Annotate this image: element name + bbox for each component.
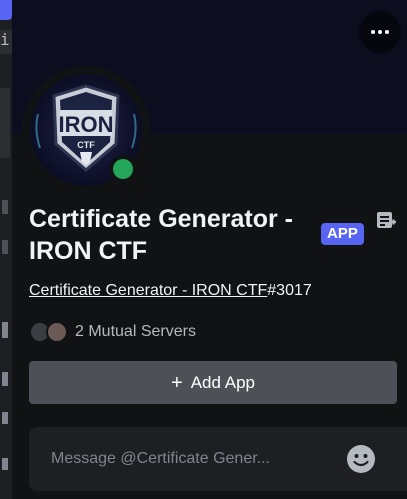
background-glyph: [2, 458, 8, 470]
viewport: i IRON CTF Certificate Generator - IRON …: [0, 0, 407, 499]
username-line: Certificate Generator - IRON CTF#3017: [29, 281, 312, 301]
logo-text: IRON: [59, 112, 114, 137]
mutual-servers-button[interactable]: 2 Mutual Servers: [29, 319, 196, 345]
server-icon: [46, 321, 68, 343]
background-glyph: [2, 412, 8, 424]
mutual-servers-label: 2 Mutual Servers: [75, 323, 196, 340]
add-note-button[interactable]: [374, 208, 398, 232]
app-badge: APP: [321, 223, 364, 245]
logo-subtext: CTF: [77, 140, 95, 150]
note-icon: [377, 212, 396, 228]
discriminator: #3017: [267, 282, 312, 299]
online-status-dot: [113, 159, 133, 179]
username-link[interactable]: Certificate Generator - IRON CTF: [29, 282, 267, 299]
emoji-button[interactable]: [346, 444, 376, 474]
background-text-fragment: i: [0, 31, 10, 49]
background-app-strip: i: [0, 0, 12, 499]
display-name: Certificate Generator - IRON CTF: [29, 205, 293, 265]
add-app-label: Add App: [190, 372, 255, 392]
background-accent-tag: [0, 0, 12, 20]
plus-icon: +: [171, 371, 183, 394]
mutual-server-icons: [29, 320, 73, 344]
user-profile-popout: IRON CTF Certificate Generator - IRON CT…: [12, 0, 407, 499]
emoji-icon: [347, 445, 375, 473]
background-image-fragment: [0, 88, 10, 158]
background-glyph: [2, 322, 8, 338]
message-input[interactable]: [51, 447, 311, 471]
more-options-button[interactable]: [359, 11, 401, 53]
background-glyph: [2, 372, 8, 386]
add-app-button[interactable]: + Add App: [29, 361, 397, 404]
background-glyph: [2, 200, 8, 214]
message-box: [29, 427, 407, 491]
background-glyph: [2, 240, 8, 254]
status-indicator: [109, 155, 137, 183]
more-dots-icon: [371, 30, 389, 34]
